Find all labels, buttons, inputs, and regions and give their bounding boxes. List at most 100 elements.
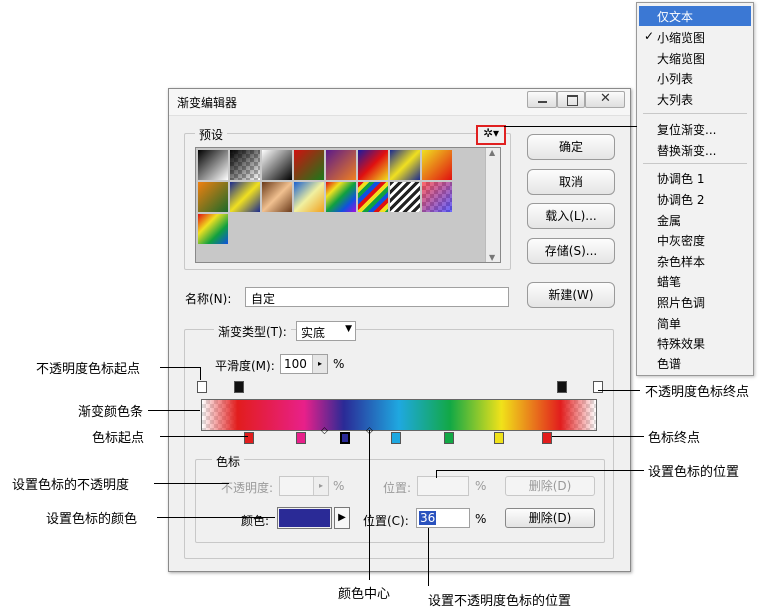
minimize-button[interactable] — [527, 91, 557, 108]
preset-swatch[interactable] — [262, 182, 292, 212]
callout-line — [160, 367, 200, 368]
opacity-stop[interactable] — [557, 381, 567, 393]
preset-swatch[interactable] — [262, 150, 292, 180]
annotation-set-color-position: 设置色标的位置 — [648, 465, 740, 480]
preset-swatch[interactable] — [198, 214, 228, 244]
preset-swatch[interactable] — [390, 150, 420, 180]
scroll-down-icon[interactable]: ▼ — [489, 253, 495, 262]
cancel-button[interactable]: 取消 — [527, 169, 615, 195]
menu-item-small-thumbnail[interactable]: 小缩览图 — [657, 29, 705, 46]
menu-item-noise-samples[interactable]: 杂色样本 — [657, 253, 705, 270]
color-stop[interactable] — [494, 432, 504, 444]
opacity-position-percent: % — [475, 479, 487, 493]
smoothness-label: 平滑度(M): — [215, 359, 275, 373]
color-stop-start[interactable] — [244, 432, 254, 444]
preset-swatch[interactable] — [294, 182, 324, 212]
save-button[interactable]: 存储(S)... — [527, 238, 615, 264]
presets-label: 预设 — [195, 126, 228, 143]
check-icon: ✓ — [644, 29, 655, 43]
opacity-stop[interactable] — [234, 381, 244, 393]
color-stop[interactable] — [391, 432, 401, 444]
callout-line — [436, 470, 644, 471]
new-button[interactable]: 新建(W) — [527, 282, 615, 308]
menu-item-harmonies-2[interactable]: 协调色 2 — [657, 191, 704, 208]
color-swatch[interactable] — [277, 507, 332, 529]
smoothness-input[interactable]: 100 ▸ — [280, 354, 328, 374]
menu-item-spectrums[interactable]: 色谱 — [657, 355, 681, 372]
delete-opacity-stop-button[interactable]: 删除(D) — [505, 476, 595, 496]
menu-separator — [643, 113, 747, 114]
preset-swatch[interactable] — [358, 150, 388, 180]
menu-item-reset[interactable]: 复位渐变... — [657, 121, 716, 138]
callout-line — [428, 528, 429, 586]
position-input[interactable]: 36 — [416, 508, 470, 528]
delete-color-stop-button[interactable]: 删除(D) — [505, 508, 595, 528]
gradient-bar[interactable] — [201, 399, 597, 431]
menu-item-large-list[interactable]: 大列表 — [657, 91, 693, 108]
ok-button[interactable]: 确定 — [527, 134, 615, 160]
minimize-icon — [538, 101, 547, 103]
annotation-color-end: 色标终点 — [648, 431, 701, 446]
callout-line — [552, 436, 644, 437]
position-label-disabled: 位置: — [383, 481, 412, 495]
preset-swatch[interactable] — [326, 182, 356, 212]
stops-group — [195, 459, 605, 543]
callout-line — [369, 430, 370, 580]
opacity-position-input[interactable] — [417, 476, 469, 496]
position-percent: % — [475, 512, 487, 526]
color-menu-arrow-icon[interactable]: ▶ — [334, 507, 350, 529]
presets-menu-button[interactable]: ✲▾ — [476, 125, 506, 145]
preset-swatch[interactable] — [326, 150, 356, 180]
preset-swatch[interactable] — [422, 150, 452, 180]
opacity-stop-start[interactable] — [197, 381, 207, 393]
menu-item-small-list[interactable]: 小列表 — [657, 70, 693, 87]
callout-line — [157, 517, 275, 518]
maximize-button[interactable] — [557, 91, 585, 108]
dialog-title: 渐变编辑器 — [177, 96, 238, 110]
preset-swatch[interactable] — [422, 182, 452, 212]
preset-swatch[interactable] — [294, 150, 324, 180]
menu-item-special-effects[interactable]: 特殊效果 — [657, 335, 705, 352]
maximize-icon — [567, 95, 578, 106]
menu-item-text-only[interactable]: 仅文本 — [657, 8, 693, 25]
opacity-label: 不透明度: — [221, 481, 274, 495]
color-stop-end[interactable] — [542, 432, 552, 444]
color-stop-selected[interactable] — [340, 432, 350, 444]
load-button[interactable]: 载入(L)... — [527, 203, 615, 229]
menu-item-replace[interactable]: 替换渐变... — [657, 142, 716, 159]
opacity-arrow-icon[interactable]: ▸ — [313, 477, 328, 495]
menu-item-neutral-density[interactable]: 中灰密度 — [657, 232, 705, 249]
preset-swatch[interactable] — [230, 182, 260, 212]
callout-line — [148, 410, 200, 411]
menu-item-pastels[interactable]: 蜡笔 — [657, 273, 681, 290]
presets-grid[interactable]: ▲ ▼ — [195, 147, 501, 263]
menu-item-metals[interactable]: 金属 — [657, 212, 681, 229]
annotation-set-color: 设置色标的颜色 — [46, 512, 138, 527]
gradient-type-select[interactable]: 实底 ▼ — [296, 321, 356, 341]
stops-group-label: 色标 — [212, 453, 245, 470]
name-input[interactable]: 自定 — [245, 287, 509, 307]
opacity-input[interactable]: ▸ — [279, 476, 329, 496]
menu-separator — [643, 163, 747, 164]
menu-item-photographic-toning[interactable]: 照片色调 — [657, 294, 705, 311]
menu-item-harmonies-1[interactable]: 协调色 1 — [657, 170, 704, 187]
close-button[interactable]: ✕ — [585, 91, 625, 108]
menu-item-simple[interactable]: 简单 — [657, 315, 681, 332]
preset-swatch[interactable] — [390, 182, 420, 212]
preset-swatch[interactable] — [198, 150, 228, 180]
midpoint-icon[interactable]: ◇ — [321, 426, 328, 436]
preset-swatch[interactable] — [230, 150, 260, 180]
preset-swatch[interactable] — [198, 182, 228, 212]
scroll-up-icon[interactable]: ▲ — [489, 148, 495, 157]
gear-icon: ✲▾ — [483, 126, 500, 140]
color-stop[interactable] — [444, 432, 454, 444]
presets-scrollbar[interactable]: ▲ ▼ — [485, 148, 500, 262]
preset-swatch[interactable] — [358, 182, 388, 212]
color-stop[interactable] — [296, 432, 306, 444]
gradient-type-value: 实底 — [301, 326, 326, 340]
menu-item-large-thumbnail[interactable]: 大缩览图 — [657, 50, 705, 67]
smoothness-arrow-icon[interactable]: ▸ — [312, 355, 327, 373]
opacity-stop-end[interactable] — [593, 381, 603, 393]
annotation-opacity-start: 不透明度色标起点 — [36, 362, 141, 377]
callout-line — [504, 126, 637, 127]
